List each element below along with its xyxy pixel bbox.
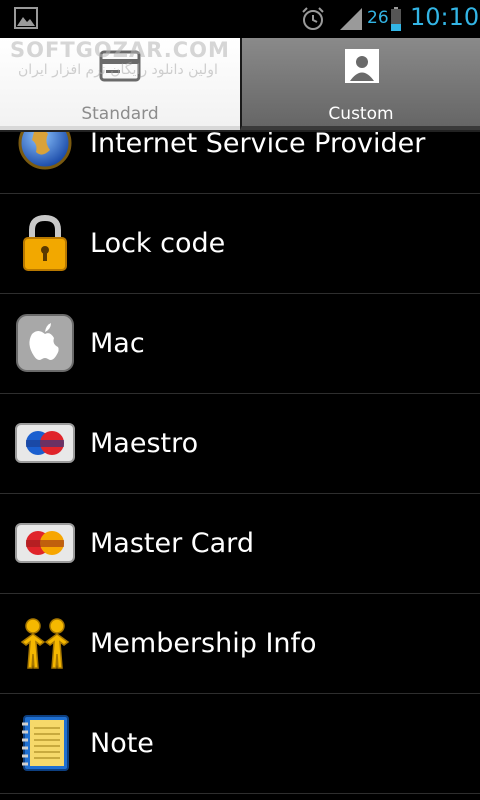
list-item-label: Membership Info	[90, 628, 317, 659]
clock: 10:10	[410, 3, 480, 31]
tab-custom-label: Custom	[328, 104, 394, 124]
screen: 26 10:10 Standard Custom SOFTGOZAR.COM ا…	[0, 0, 480, 800]
list-item-lock-code[interactable]: Lock code	[0, 194, 480, 294]
picture-notification-icon	[14, 7, 38, 29]
list-item-label: Master Card	[90, 528, 254, 559]
list-item-label: Internet Service Provider	[90, 132, 426, 159]
list-item-note[interactable]: Note	[0, 694, 480, 794]
list-item-maestro[interactable]: Maestro	[0, 394, 480, 494]
padlock-icon	[23, 214, 67, 271]
tab-bar: Standard Custom	[0, 38, 480, 132]
list-item-label: Mac	[90, 328, 145, 359]
battery-icon	[391, 7, 401, 31]
people-icon	[20, 618, 70, 669]
apple-icon	[16, 314, 74, 372]
list-item-mac[interactable]: Mac	[0, 294, 480, 394]
battery-level: 26	[367, 8, 389, 28]
person-icon	[345, 49, 379, 83]
signal-icon	[340, 8, 362, 30]
list-item-label: Maestro	[90, 428, 199, 459]
notebook-icon	[22, 715, 69, 771]
globe-icon	[18, 132, 72, 170]
mastercard-icon	[15, 523, 75, 563]
list-item-internet-service-provider[interactable]: Internet Service Provider	[0, 132, 480, 194]
card-icon	[99, 50, 141, 82]
list-item-membership-info[interactable]: Membership Info	[0, 594, 480, 694]
tab-custom[interactable]: Custom	[240, 38, 480, 130]
tab-standard-label: Standard	[81, 104, 159, 124]
entry-type-list-content: Internet Service Provider Lock code Mac	[0, 132, 480, 794]
status-bar: 26 10:10	[0, 0, 480, 38]
alarm-icon	[302, 7, 324, 30]
list-item-master-card[interactable]: Master Card	[0, 494, 480, 594]
maestro-card-icon	[15, 423, 75, 463]
tab-standard[interactable]: Standard	[0, 38, 240, 130]
list-item-label: Note	[90, 728, 154, 759]
list-item-label: Lock code	[90, 228, 226, 259]
entry-type-list[interactable]: Internet Service Provider Lock code Mac	[0, 132, 480, 800]
